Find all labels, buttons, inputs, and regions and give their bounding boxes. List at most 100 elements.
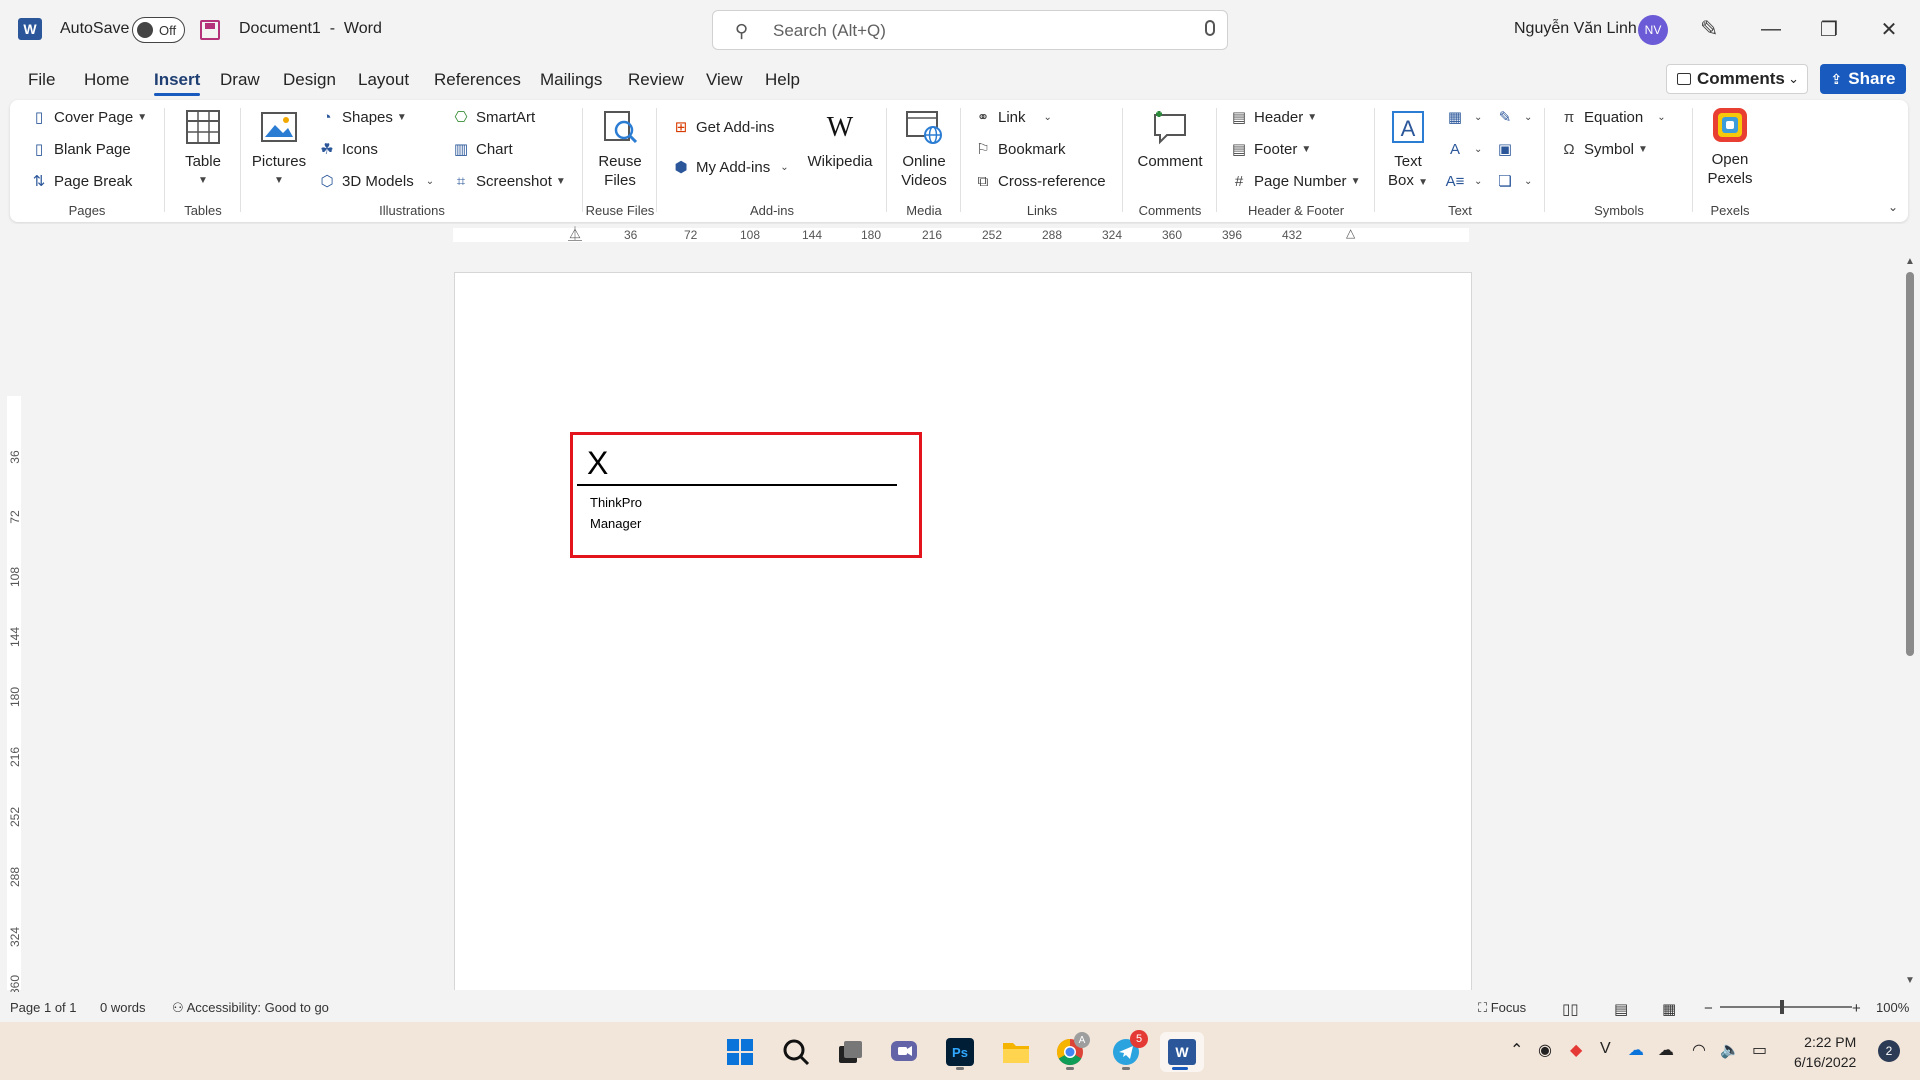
screenshot-button[interactable]: ⌗ Screenshot ▼ bbox=[452, 172, 566, 190]
pictures-button[interactable]: Pictures ▼ bbox=[250, 108, 308, 190]
tab-design[interactable]: Design bbox=[283, 70, 336, 90]
blank-page-button[interactable]: ▯ Blank Page bbox=[30, 140, 131, 159]
object-button[interactable]: ❏ ⌄ bbox=[1496, 172, 1532, 190]
web-layout-icon[interactable]: ▦ bbox=[1662, 1000, 1676, 1018]
wifi-icon[interactable]: ◠ bbox=[1692, 1040, 1706, 1060]
print-layout-icon[interactable]: ▤ bbox=[1614, 1000, 1628, 1018]
icons-button[interactable]: ☘ Icons bbox=[318, 140, 378, 159]
scrollbar-thumb[interactable] bbox=[1906, 272, 1914, 656]
microphone-icon[interactable] bbox=[1205, 20, 1215, 36]
scroll-down-icon[interactable]: ▼ bbox=[1905, 975, 1915, 986]
smartart-button[interactable]: ⎔ SmartArt bbox=[452, 108, 535, 127]
teams-chat-icon[interactable] bbox=[884, 1032, 924, 1072]
close-button[interactable]: ✕ bbox=[1866, 14, 1912, 44]
quick-parts-button[interactable]: ▦ ⌄ bbox=[1446, 108, 1482, 126]
zoom-level[interactable]: 100% bbox=[1876, 1000, 1909, 1015]
onedrive-personal-icon[interactable]: ☁ bbox=[1658, 1040, 1674, 1060]
read-mode-icon[interactable]: ▯▯ bbox=[1562, 1000, 1579, 1018]
vertical-scrollbar[interactable]: ▲ ▼ bbox=[1900, 250, 1920, 990]
zoom-in-icon[interactable]: + bbox=[1852, 1000, 1861, 1017]
shapes-button[interactable]: ◔ Shapes ▼ bbox=[318, 108, 406, 126]
new-comment-button[interactable]: Comment bbox=[1128, 108, 1212, 171]
signature-line-button[interactable]: ✎ ⌄ bbox=[1496, 108, 1533, 126]
tab-layout[interactable]: Layout bbox=[358, 70, 409, 90]
tray-app-icon[interactable]: V bbox=[1600, 1040, 1611, 1058]
zoom-slider-thumb[interactable] bbox=[1780, 1000, 1784, 1014]
drop-cap-button[interactable]: A≡ ⌄ bbox=[1446, 172, 1483, 190]
chrome-icon[interactable]: A bbox=[1050, 1032, 1090, 1072]
task-view-icon[interactable] bbox=[830, 1032, 870, 1072]
search-box[interactable]: ⚲ Search (Alt+Q) bbox=[712, 10, 1228, 50]
page-number-button[interactable]: # Page Number ▼ bbox=[1230, 172, 1361, 190]
tab-mailings[interactable]: Mailings bbox=[540, 70, 602, 90]
page-count[interactable]: Page 1 of 1 bbox=[10, 1000, 77, 1015]
tab-view[interactable]: View bbox=[706, 70, 743, 90]
vertical-ruler[interactable]: 36 72 108 144 180 216 252 288 324 360 bbox=[0, 250, 28, 995]
tray-app-icon[interactable]: ◆ bbox=[1570, 1040, 1582, 1060]
horizontal-ruler[interactable]: 36 72 108 144 180 216 252 288 324 360 39… bbox=[0, 224, 1920, 248]
signature-line-highlight[interactable]: X ThinkPro Manager bbox=[570, 432, 922, 558]
tab-home[interactable]: Home bbox=[84, 70, 129, 90]
tab-insert[interactable]: Insert bbox=[154, 70, 201, 96]
scroll-up-icon[interactable]: ▲ bbox=[1905, 256, 1915, 267]
text-box-button[interactable]: A Text Box ▼ bbox=[1382, 108, 1434, 192]
zoom-slider[interactable] bbox=[1720, 1006, 1852, 1008]
table-button[interactable]: Table ▼ bbox=[174, 108, 232, 190]
restore-button[interactable]: ❐ bbox=[1806, 14, 1852, 44]
equation-button[interactable]: π Equation ⌄ bbox=[1560, 108, 1666, 126]
show-hidden-icons-icon[interactable]: ⌃ bbox=[1510, 1040, 1523, 1060]
document-page[interactable] bbox=[454, 272, 1472, 990]
word-count[interactable]: 0 words bbox=[100, 1000, 146, 1015]
reuse-files-button[interactable]: Reuse Files bbox=[588, 108, 652, 190]
focus-button[interactable]: ⛶ Focus bbox=[1478, 1000, 1526, 1016]
tab-help[interactable]: Help bbox=[765, 70, 800, 90]
3d-models-button[interactable]: ⬡ 3D Models ⌄ bbox=[318, 172, 434, 191]
cover-page-button[interactable]: ▯ Cover Page ▼ bbox=[30, 108, 147, 127]
left-indent-marker-icon[interactable]: ⏅ bbox=[568, 224, 582, 244]
open-pexels-button[interactable]: Open Pexels bbox=[1698, 106, 1762, 188]
file-explorer-icon[interactable] bbox=[996, 1032, 1036, 1072]
share-button[interactable]: ⇪ Share bbox=[1820, 64, 1906, 94]
my-add-ins-button[interactable]: ⬢ My Add-ins ⌄ bbox=[672, 158, 788, 177]
user-name[interactable]: Nguyễn Văn Linh bbox=[1514, 20, 1637, 38]
accessibility-status[interactable]: ⚇ Accessibility: Good to go bbox=[172, 1000, 329, 1016]
battery-icon[interactable]: ▭ bbox=[1752, 1040, 1767, 1060]
photoshop-icon[interactable]: Ps bbox=[940, 1032, 980, 1072]
tab-review[interactable]: Review bbox=[628, 70, 684, 90]
word-icon[interactable]: W bbox=[1160, 1032, 1204, 1072]
page-break-button[interactable]: ⇅ Page Break bbox=[30, 172, 133, 191]
comments-button[interactable]: Comments ⌄ bbox=[1666, 64, 1808, 94]
header-button[interactable]: ▤ Header ▼ bbox=[1230, 108, 1317, 127]
onedrive-icon[interactable]: ☁ bbox=[1628, 1040, 1644, 1060]
online-videos-button[interactable]: Online Videos bbox=[892, 108, 956, 190]
right-indent-marker-icon[interactable]: △ bbox=[1346, 226, 1355, 240]
notification-center-badge[interactable]: 2 bbox=[1878, 1040, 1900, 1062]
search-icon[interactable] bbox=[776, 1032, 816, 1072]
date-time-button[interactable]: ▣ bbox=[1496, 140, 1520, 158]
tab-draw[interactable]: Draw bbox=[220, 70, 260, 90]
bookmark-button[interactable]: ⚐ Bookmark bbox=[974, 140, 1065, 159]
blank-page-icon: ▯ bbox=[34, 141, 44, 158]
system-clock[interactable]: 2:22 PM 6/16/2022 bbox=[1794, 1032, 1856, 1072]
symbol-button[interactable]: Ω Symbol ▼ bbox=[1560, 140, 1648, 158]
start-icon[interactable] bbox=[720, 1032, 760, 1072]
tab-file[interactable]: File bbox=[28, 70, 55, 90]
designer-pen-icon[interactable]: ✎ bbox=[1700, 16, 1718, 42]
footer-button[interactable]: ▤ Footer ▼ bbox=[1230, 140, 1311, 159]
minimize-button[interactable]: — bbox=[1748, 14, 1794, 44]
zoom-out-icon[interactable]: − bbox=[1704, 1000, 1713, 1017]
volume-icon[interactable]: 🔈 bbox=[1720, 1040, 1740, 1060]
ribbon-collapse-icon[interactable]: ⌄ bbox=[1888, 200, 1898, 214]
link-button[interactable]: ⚭ Link ⌄ bbox=[974, 108, 1052, 127]
cross-reference-button[interactable]: ⧉ Cross-reference bbox=[974, 172, 1106, 190]
get-add-ins-button[interactable]: ⊞ Get Add-ins bbox=[672, 118, 775, 137]
avatar[interactable]: NV bbox=[1638, 15, 1668, 45]
tab-references[interactable]: References bbox=[434, 70, 521, 90]
autosave-toggle[interactable]: Off bbox=[132, 17, 185, 43]
tray-app-icon[interactable]: ◉ bbox=[1538, 1040, 1552, 1060]
telegram-icon[interactable]: 5 bbox=[1106, 1030, 1148, 1072]
wordart-button[interactable]: A ⌄ bbox=[1446, 140, 1482, 158]
chart-button[interactable]: ▥ Chart bbox=[452, 140, 513, 159]
save-icon[interactable] bbox=[200, 20, 220, 40]
wikipedia-button[interactable]: W Wikipedia bbox=[804, 108, 876, 171]
